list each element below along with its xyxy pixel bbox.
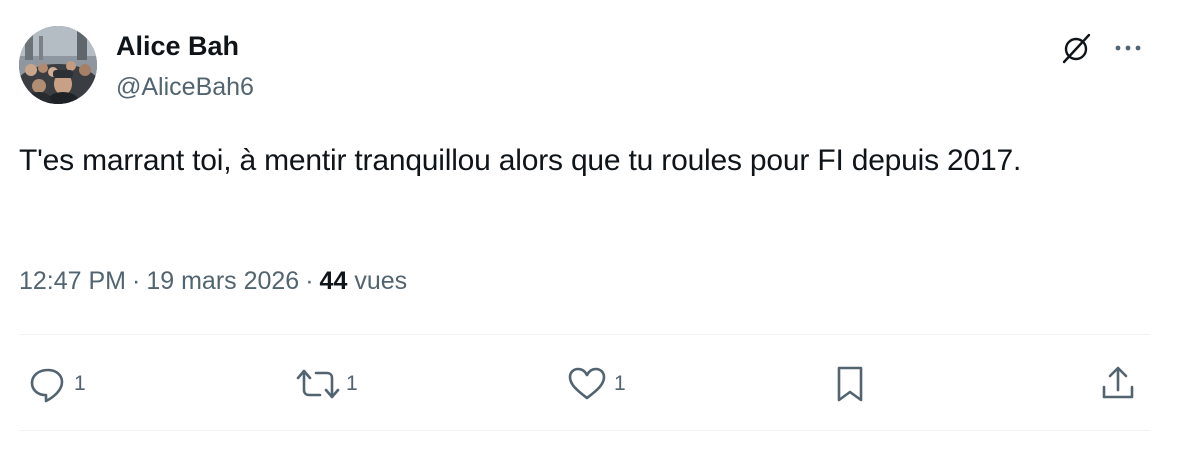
tweet-time[interactable]: 12:47 PM — [19, 267, 126, 295]
author-handle[interactable]: @AliceBah6 — [116, 72, 254, 102]
like-count: 1 — [614, 372, 626, 395]
tweet-date[interactable]: 19 mars 2026 — [146, 267, 299, 295]
views-label: vues — [354, 267, 408, 295]
reply-count: 1 — [74, 372, 86, 395]
meta-separator: · — [305, 267, 314, 295]
bookmark-button[interactable] — [830, 360, 870, 408]
views-count[interactable]: 44 — [320, 267, 348, 295]
more-button[interactable] — [1108, 28, 1148, 68]
share-button[interactable] — [1098, 360, 1138, 408]
like-icon — [568, 367, 606, 400]
repost-count: 1 — [346, 372, 358, 395]
action-bar: 1 1 1 — [0, 360, 1180, 408]
bookmark-icon — [837, 366, 863, 402]
reply-icon — [30, 368, 64, 403]
tweet-meta: 12:47 PM · 19 mars 2026 · 44 vues — [19, 264, 407, 298]
share-icon — [1102, 366, 1134, 399]
reply-button[interactable]: 1 — [26, 360, 86, 408]
divider-top — [19, 334, 1150, 335]
grok-icon — [1062, 33, 1091, 64]
like-button[interactable]: 1 — [564, 360, 626, 408]
repost-button[interactable]: 1 — [294, 360, 358, 408]
tweet-text: T'es marrant toi, à mentir tranquillou a… — [19, 144, 1022, 177]
avatar[interactable] — [19, 26, 97, 104]
author-display-name[interactable]: Alice Bah — [116, 30, 239, 62]
grok-button[interactable] — [1056, 28, 1096, 68]
tweet: Alice Bah @AliceBah6 T'es marrant toi, à… — [0, 0, 1180, 458]
repost-icon — [296, 369, 340, 399]
more-icon — [1115, 45, 1141, 51]
avatar-photo — [19, 26, 97, 104]
divider-bottom — [19, 430, 1150, 431]
meta-separator: · — [132, 267, 141, 295]
